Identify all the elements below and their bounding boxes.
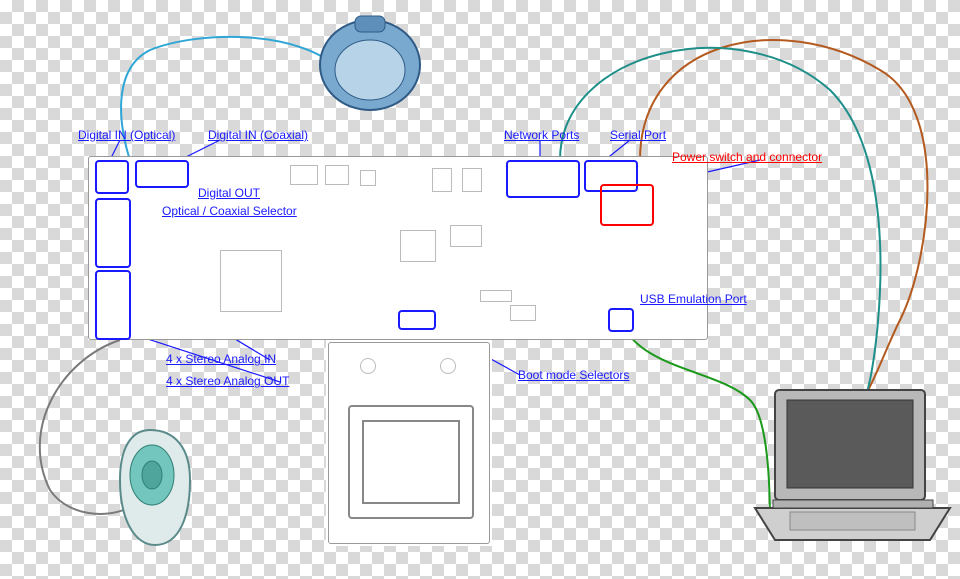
hl-digital-in-optical bbox=[95, 160, 129, 194]
chip bbox=[462, 168, 482, 192]
chip bbox=[510, 305, 536, 321]
chip bbox=[450, 225, 482, 247]
hl-network-ports bbox=[506, 160, 580, 198]
chip bbox=[480, 290, 512, 302]
label-digital-in-coaxial[interactable]: Digital IN (Coaxial) bbox=[208, 128, 308, 142]
chip bbox=[290, 165, 318, 185]
label-digital-out[interactable]: Digital OUT bbox=[198, 186, 260, 200]
chip bbox=[325, 165, 349, 185]
knob bbox=[440, 358, 456, 374]
label-digital-in-optical[interactable]: Digital IN (Optical) bbox=[78, 128, 175, 142]
chip bbox=[432, 168, 452, 192]
daughter-screen-inner bbox=[362, 420, 460, 504]
hl-usb-emulation bbox=[608, 308, 634, 332]
chip bbox=[400, 230, 436, 262]
label-analog-in[interactable]: 4 x Stereo Analog IN bbox=[166, 352, 276, 366]
label-power-switch[interactable]: Power switch and connector bbox=[672, 150, 822, 164]
label-serial-port[interactable]: Serial Port bbox=[610, 128, 666, 142]
chip bbox=[220, 250, 282, 312]
label-network-ports[interactable]: Network Ports bbox=[504, 128, 579, 142]
label-boot-mode[interactable]: Boot mode Selectors bbox=[518, 368, 629, 382]
hl-digital-in-coaxial bbox=[135, 160, 189, 188]
label-usb-emulation[interactable]: USB Emulation Port bbox=[640, 292, 747, 306]
hl-power-switch bbox=[600, 184, 654, 226]
label-analog-out[interactable]: 4 x Stereo Analog OUT bbox=[166, 374, 289, 388]
label-optical-coaxial-selector[interactable]: Optical / Coaxial Selector bbox=[162, 204, 297, 218]
hl-analog-in bbox=[95, 198, 131, 268]
hl-analog-out bbox=[95, 270, 131, 340]
knob bbox=[360, 358, 376, 374]
chip bbox=[360, 170, 376, 186]
hl-boot-mode bbox=[398, 310, 436, 330]
